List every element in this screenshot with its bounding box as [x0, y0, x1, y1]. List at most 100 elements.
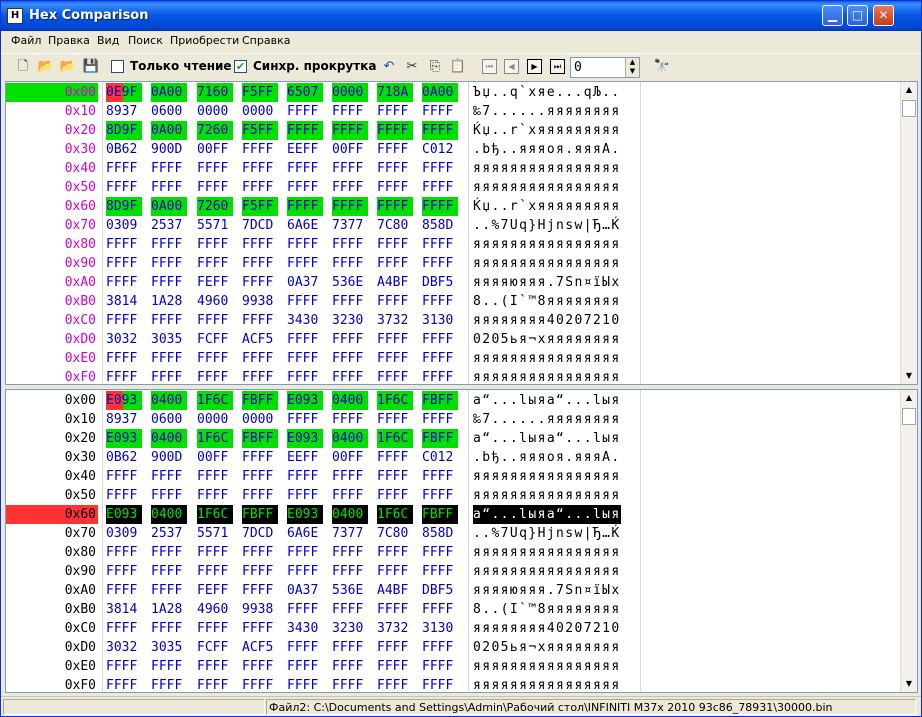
- paste-icon[interactable]: 📋: [449, 58, 467, 76]
- hex-word[interactable]: 6A6E: [287, 216, 323, 235]
- hex-word[interactable]: FFFF: [377, 368, 413, 384]
- hex-word[interactable]: EEFF: [287, 448, 323, 467]
- hex-word[interactable]: FBFF: [422, 429, 458, 448]
- hex-word[interactable]: 0000: [242, 410, 278, 429]
- hex-word[interactable]: 8937: [106, 410, 142, 429]
- hex-word[interactable]: FFFF: [377, 121, 413, 140]
- hex-word[interactable]: FFFF: [242, 657, 278, 676]
- hex-word[interactable]: 0400: [151, 429, 187, 448]
- menu-buy[interactable]: Приобрести: [170, 34, 239, 47]
- hex-word[interactable]: 0E9F: [106, 83, 142, 102]
- hex-word[interactable]: 2537: [151, 216, 187, 235]
- hex-word[interactable]: FFFF: [242, 581, 278, 600]
- hex-word[interactable]: 3230: [332, 619, 368, 638]
- hex-word[interactable]: FFFF: [332, 235, 368, 254]
- hex-word[interactable]: FFFF: [377, 543, 413, 562]
- hex-word[interactable]: FFFF: [422, 102, 458, 121]
- hex-word[interactable]: FFFF: [422, 638, 458, 657]
- hex-row[interactable]: 0xE0 FFFF FFFF FFFF FFFF FFFF FFFF FFFF FFFF яяяя…: [6, 657, 901, 676]
- hex-word[interactable]: 536E: [332, 581, 368, 600]
- ascii-column[interactable]: ‰7......яяяяяяяя: [473, 410, 621, 429]
- ascii-column[interactable]: ..%7Uq}Hjnsw|Ђ…Ќ: [473, 216, 621, 235]
- ascii-column[interactable]: .bђ..яяяоя.яяяА.: [473, 448, 621, 467]
- hex-word[interactable]: 00FF: [332, 140, 368, 159]
- hex-row[interactable]: 0xC0 FFFF FFFF FFFF FFFF 3430 3230 3732 3130 яяяя…: [6, 619, 901, 638]
- hex-word[interactable]: FFFF: [377, 102, 413, 121]
- hex-word[interactable]: A4BF: [377, 273, 413, 292]
- hex-word[interactable]: FFFF: [242, 562, 278, 581]
- hex-word[interactable]: FBFF: [422, 391, 458, 410]
- ascii-column[interactable]: яяяяяяяя40207210: [473, 311, 621, 330]
- hex-word[interactable]: FFFF: [197, 467, 233, 486]
- hex-row[interactable]: 0x30 0B62 900D 00FF FFFF EEFF 00FF FFFF C012 .bђ.…: [6, 448, 901, 467]
- hex-word[interactable]: FFFF: [197, 676, 233, 692]
- hex-word[interactable]: FFFF: [377, 349, 413, 368]
- hex-word[interactable]: 0600: [151, 410, 187, 429]
- hex-word[interactable]: FFFF: [197, 235, 233, 254]
- scroll-down-icon[interactable]: ▼: [901, 676, 917, 692]
- hex-word[interactable]: 3430: [287, 311, 323, 330]
- hex-word[interactable]: 7377: [332, 524, 368, 543]
- hex-word[interactable]: FCFF: [197, 330, 233, 349]
- hex-word[interactable]: FFFF: [242, 254, 278, 273]
- hex-word[interactable]: FFFF: [197, 311, 233, 330]
- open-file2-icon[interactable]: 📂: [59, 58, 77, 76]
- hex-word[interactable]: 1F6C: [197, 429, 233, 448]
- hex-word[interactable]: 900D: [151, 448, 187, 467]
- hex-word[interactable]: E093: [106, 429, 142, 448]
- hex-word[interactable]: FFFF: [377, 676, 413, 692]
- hex-word[interactable]: 0400: [332, 429, 368, 448]
- menu-help[interactable]: Справка: [242, 34, 290, 47]
- hex-word[interactable]: FCFF: [197, 638, 233, 657]
- hex-word[interactable]: 0A37: [287, 581, 323, 600]
- hex-word[interactable]: FFFF: [422, 657, 458, 676]
- hex-word[interactable]: C012: [422, 140, 458, 159]
- hex-word[interactable]: FFFF: [106, 619, 142, 638]
- hex-word[interactable]: FFFF: [151, 676, 187, 692]
- hex-word[interactable]: 3032: [106, 638, 142, 657]
- hex-word[interactable]: FFFF: [106, 254, 142, 273]
- hex-word[interactable]: FFFF: [332, 254, 368, 273]
- hex-word[interactable]: 3814: [106, 600, 142, 619]
- hex-row[interactable]: 0xE0 FFFF FFFF FFFF FFFF FFFF FFFF FFFF FFFF яяяя…: [6, 349, 901, 368]
- hex-row[interactable]: 0x10 8937 0600 0000 0000 FFFF FFFF FFFF FFFF ‰7..…: [6, 410, 901, 429]
- hex-word[interactable]: FFFF: [106, 368, 142, 384]
- hex-word[interactable]: FFFF: [287, 235, 323, 254]
- menu-edit[interactable]: Правка: [48, 34, 90, 47]
- hex-word[interactable]: 0A00: [151, 83, 187, 102]
- hex-word[interactable]: FFFF: [422, 349, 458, 368]
- hex-word[interactable]: 6A6E: [287, 524, 323, 543]
- hex-word[interactable]: FFFF: [422, 676, 458, 692]
- hex-row[interactable]: 0x20 8D9F 0A00 7260 F5FF FFFF FFFF FFFF FFFF Ќџ..…: [6, 121, 901, 140]
- spinner-buttons[interactable]: ▲ ▼: [625, 58, 639, 77]
- hex-word[interactable]: FFFF: [287, 121, 323, 140]
- hex-word[interactable]: FFFF: [242, 178, 278, 197]
- scroll-up-icon[interactable]: ▲: [901, 82, 917, 98]
- ascii-column[interactable]: Ќџ..r`хяяяяяяяяя: [473, 121, 621, 140]
- hex-word[interactable]: FFFF: [287, 292, 323, 311]
- hex-word[interactable]: FFFF: [377, 486, 413, 505]
- hex-row[interactable]: 0x50 FFFF FFFF FFFF FFFF FFFF FFFF FFFF FFFF яяяя…: [6, 178, 901, 197]
- hex-word[interactable]: FFFF: [151, 543, 187, 562]
- hex-word[interactable]: FFFF: [151, 619, 187, 638]
- ascii-column[interactable]: а“...lыяа“...lыя: [473, 429, 621, 448]
- next-diff-button[interactable]: ▶: [527, 59, 542, 74]
- hex-word[interactable]: FFFF: [332, 368, 368, 384]
- hex-word[interactable]: 00FF: [197, 448, 233, 467]
- hex-word[interactable]: FFFF: [332, 486, 368, 505]
- hex-word[interactable]: FFFF: [332, 178, 368, 197]
- hex-row[interactable]: 0xF0 FFFF FFFF FFFF FFFF FFFF FFFF FFFF FFFF яяяя…: [6, 368, 901, 384]
- hex-word[interactable]: FFFF: [242, 140, 278, 159]
- hex-word[interactable]: 4960: [197, 600, 233, 619]
- hex-word[interactable]: 0600: [151, 102, 187, 121]
- prev-diff-button[interactable]: ◀: [504, 59, 519, 74]
- hex-word[interactable]: FFFF: [151, 235, 187, 254]
- hex-word[interactable]: 2537: [151, 524, 187, 543]
- hex-row[interactable]: 0xD0 3032 3035 FCFF ACF5 FFFF FFFF FFFF FFFF 0205…: [6, 638, 901, 657]
- hex-word[interactable]: FFFF: [422, 543, 458, 562]
- ascii-column[interactable]: Ќџ..r`хяяяяяяяяя: [473, 197, 621, 216]
- hex-word[interactable]: 858D: [422, 216, 458, 235]
- hex-word[interactable]: FFFF: [242, 467, 278, 486]
- ascii-column[interactable]: Ъџ..q`хяе...qЉ..: [473, 83, 621, 102]
- hex-word[interactable]: FFFF: [242, 543, 278, 562]
